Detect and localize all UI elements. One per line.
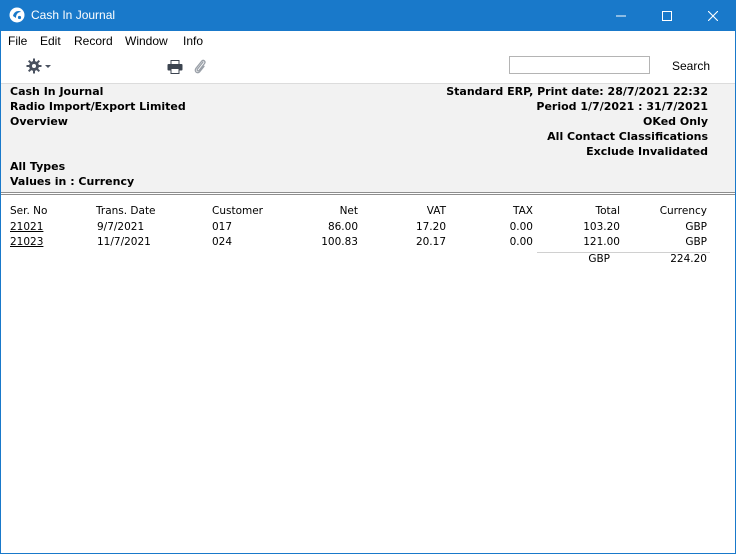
table-row-ser-no-link[interactable]: 21021 xyxy=(10,221,43,233)
header-divider xyxy=(0,192,736,193)
column-header-net: Net xyxy=(339,205,358,217)
menu-edit[interactable]: Edit xyxy=(40,34,61,48)
report-title: Cash In Journal xyxy=(10,85,104,98)
table-row-vat: 20.17 xyxy=(415,236,446,248)
table-row-trans-date: 11/7/2021 xyxy=(97,236,151,248)
report-types: All Types xyxy=(10,160,66,173)
oked-filter: OKed Only xyxy=(643,115,708,128)
search-button[interactable]: Search xyxy=(672,59,710,73)
column-header-total: Total xyxy=(595,205,620,217)
table-row-net: 86.00 xyxy=(327,221,358,233)
table-row-total: 121.00 xyxy=(583,236,620,248)
header-divider-secondary xyxy=(0,194,736,195)
close-button[interactable] xyxy=(690,0,736,31)
maximize-button[interactable] xyxy=(644,0,690,31)
table-row-currency: GBP xyxy=(685,221,707,233)
table-row-trans-date: 9/7/2021 xyxy=(97,221,145,233)
search-input[interactable] xyxy=(509,56,650,74)
title-bar: Cash In Journal xyxy=(0,0,736,31)
menu-window[interactable]: Window xyxy=(125,34,168,48)
table-row-customer: 024 xyxy=(212,236,233,248)
total-amount: 224.20 xyxy=(670,253,707,265)
table-row-net: 100.83 xyxy=(321,236,358,248)
minimize-button[interactable] xyxy=(598,0,644,31)
maximize-icon xyxy=(662,10,672,21)
column-header-tax: TAX xyxy=(513,205,533,217)
contact-classification-filter: All Contact Classifications xyxy=(547,130,708,143)
company-name: Radio Import/Export Limited xyxy=(10,100,186,113)
report-period: Period 1/7/2021 : 31/7/2021 xyxy=(536,100,708,113)
report-values-in: Values in : Currency xyxy=(10,175,135,188)
table-row-vat: 17.20 xyxy=(415,221,446,233)
menu-file[interactable]: File xyxy=(8,34,27,48)
column-header-customer: Customer xyxy=(212,205,264,217)
print-info: Standard ERP, Print date: 28/7/2021 22:3… xyxy=(446,85,708,98)
close-icon xyxy=(708,10,718,21)
table-row-tax: 0.00 xyxy=(509,221,533,233)
table-row-ser-no-link[interactable]: 21023 xyxy=(10,236,43,248)
chevron-down-icon xyxy=(45,65,51,68)
table-row-customer: 017 xyxy=(212,221,233,233)
column-header-ser-no: Ser. No xyxy=(10,205,48,217)
minimize-icon xyxy=(616,15,626,16)
print-icon[interactable] xyxy=(167,60,183,74)
window-title: Cash In Journal xyxy=(31,8,116,22)
report-header: Cash In Journal Radio Import/Export Limi… xyxy=(0,83,736,192)
menu-bar: File Edit Record Window Info xyxy=(0,31,736,51)
table-row-currency: GBP xyxy=(685,236,707,248)
gear-icon xyxy=(26,58,42,74)
column-header-vat: VAT xyxy=(426,205,446,217)
toolbar: Search xyxy=(0,51,736,83)
menu-record[interactable]: Record xyxy=(74,34,113,48)
table-row-tax: 0.00 xyxy=(509,236,533,248)
invalidated-filter: Exclude Invalidated xyxy=(586,145,708,158)
total-currency: GBP xyxy=(588,253,610,265)
attachment-icon[interactable] xyxy=(193,58,207,75)
report-mode: Overview xyxy=(10,115,68,128)
menu-info[interactable]: Info xyxy=(183,34,203,48)
app-logo-icon xyxy=(9,7,25,23)
column-header-currency: Currency xyxy=(659,205,707,217)
table-row-total: 103.20 xyxy=(583,221,620,233)
column-header-trans-date: Trans. Date xyxy=(96,205,156,217)
gear-menu-button[interactable] xyxy=(26,58,56,75)
